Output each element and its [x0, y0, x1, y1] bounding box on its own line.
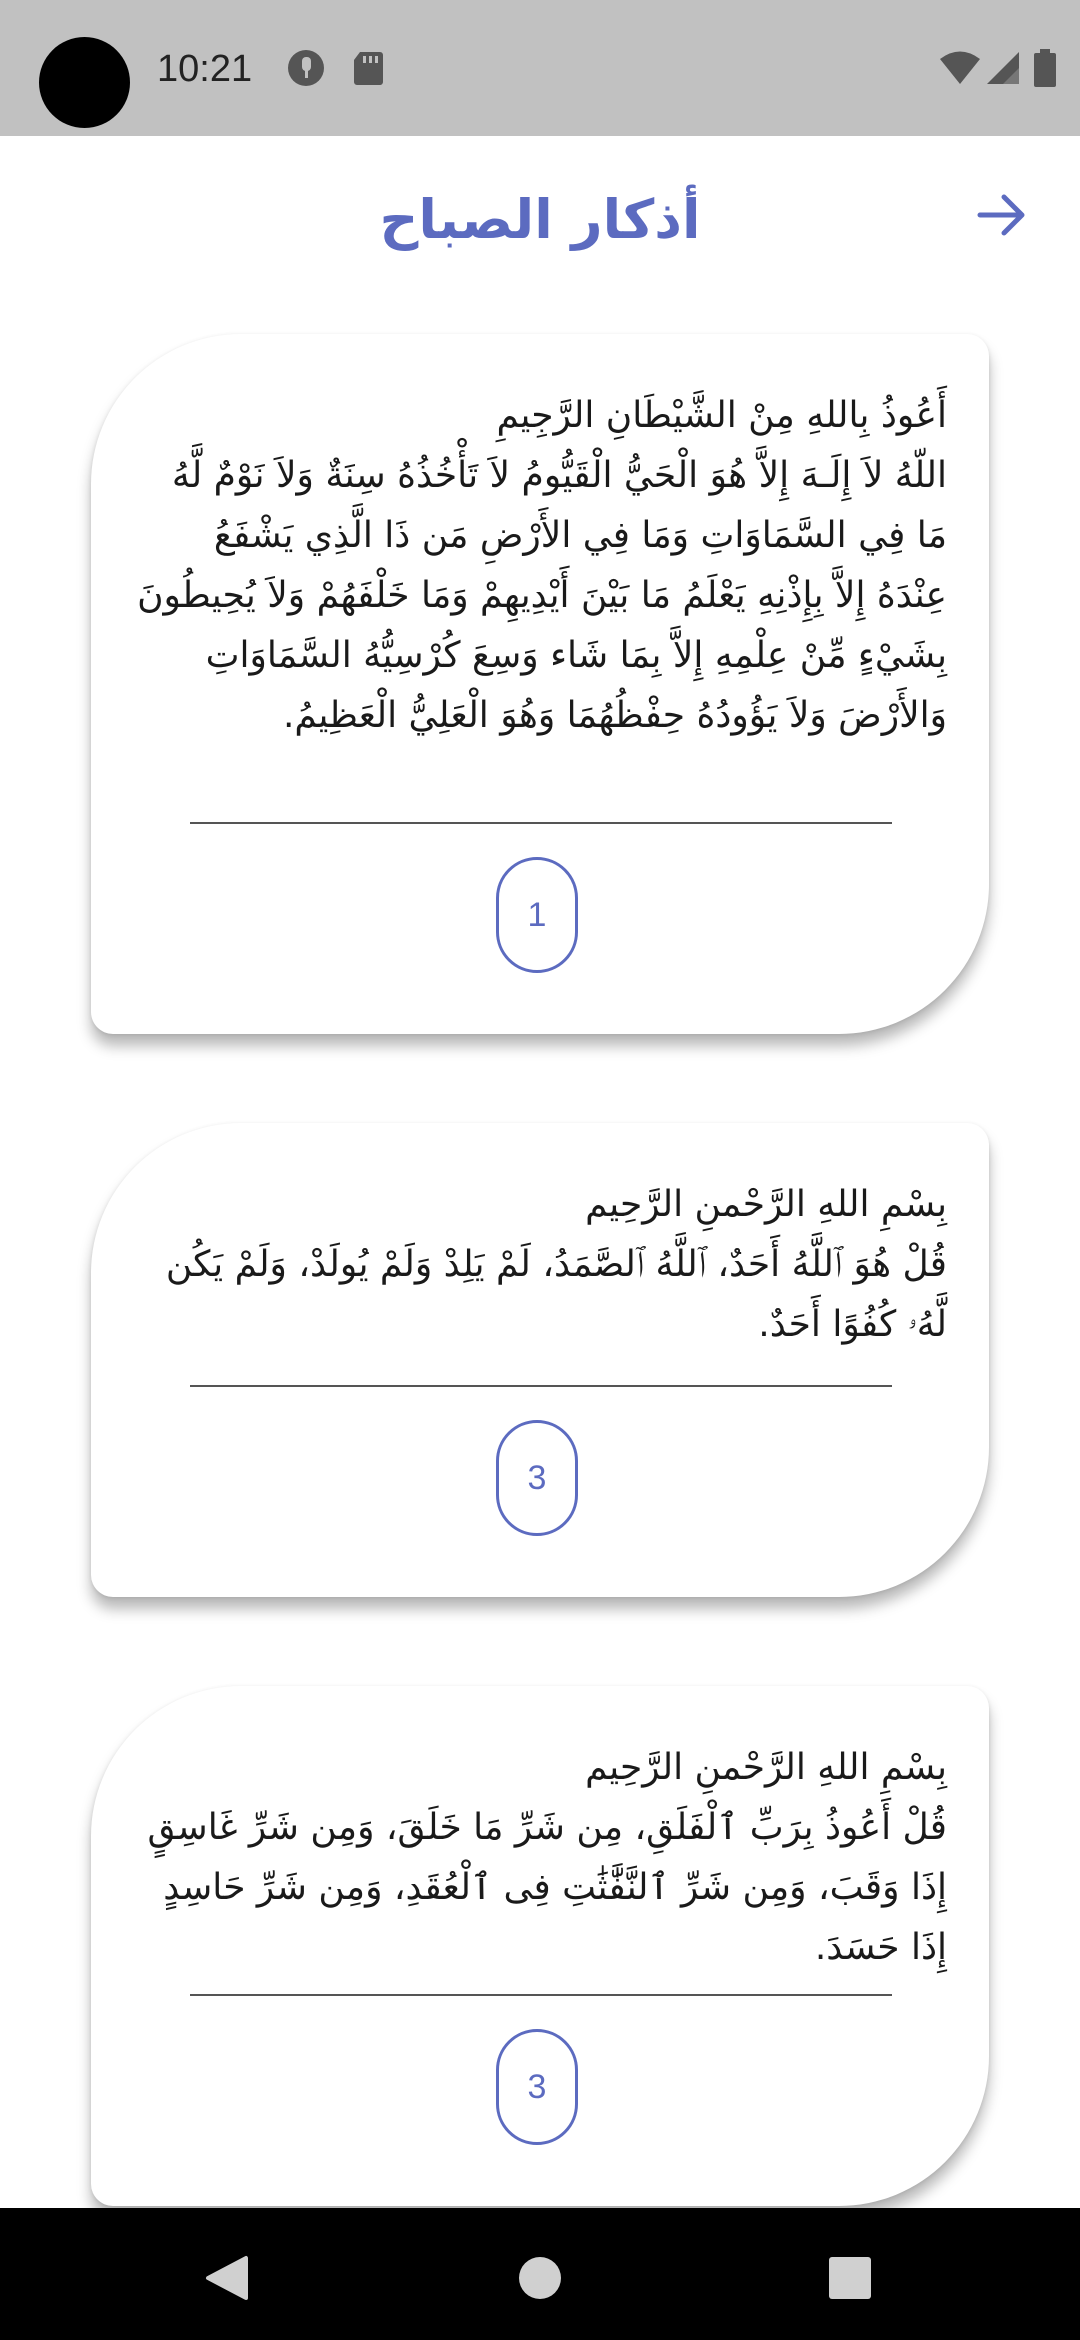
counter-button[interactable]: 3 [496, 1420, 578, 1536]
wifi-icon [940, 51, 980, 84]
sd-card-icon [354, 52, 383, 85]
status-time: 10:21 [157, 48, 253, 90]
dhikr-card: بِسْمِ اللهِ الرَّحْمنِ الرَّحِيم قُلْ أ… [91, 1686, 989, 2206]
signal-icon [987, 52, 1019, 84]
recents-nav-icon[interactable] [810, 2238, 890, 2318]
counter-button[interactable]: 1 [496, 857, 578, 973]
camera-cutout [39, 37, 130, 128]
arrow-forward-icon[interactable] [972, 185, 1032, 245]
page-title: أذكار الصباح [379, 188, 701, 251]
card-divider [190, 1385, 892, 1387]
dhikr-card: بِسْمِ اللهِ الرَّحْمنِ الرَّحِيم قُلْ ه… [91, 1123, 989, 1597]
counter-button[interactable]: 3 [496, 2029, 578, 2145]
card-divider [190, 1994, 892, 1996]
data-saver-icon [288, 50, 324, 86]
dhikr-text: بِسْمِ اللهِ الرَّحْمنِ الرَّحِيم قُلْ ه… [165, 1184, 947, 1345]
dhikr-card: أَعُوذُ بِاللهِ مِنْ الشَّيْطَانِ الرَّج… [91, 334, 989, 1034]
dhikr-text: أَعُوذُ بِاللهِ مِنْ الشَّيْطَانِ الرَّج… [137, 395, 947, 736]
card-divider [190, 822, 892, 824]
navigation-bar [0, 2208, 1080, 2340]
status-bar: 10:21 [0, 0, 1080, 136]
home-nav-icon[interactable] [500, 2238, 580, 2318]
battery-icon [1034, 49, 1056, 87]
dhikr-text: بِسْمِ اللهِ الرَّحْمنِ الرَّحِيم قُلْ أ… [147, 1747, 948, 1968]
back-nav-icon[interactable] [186, 2238, 266, 2318]
